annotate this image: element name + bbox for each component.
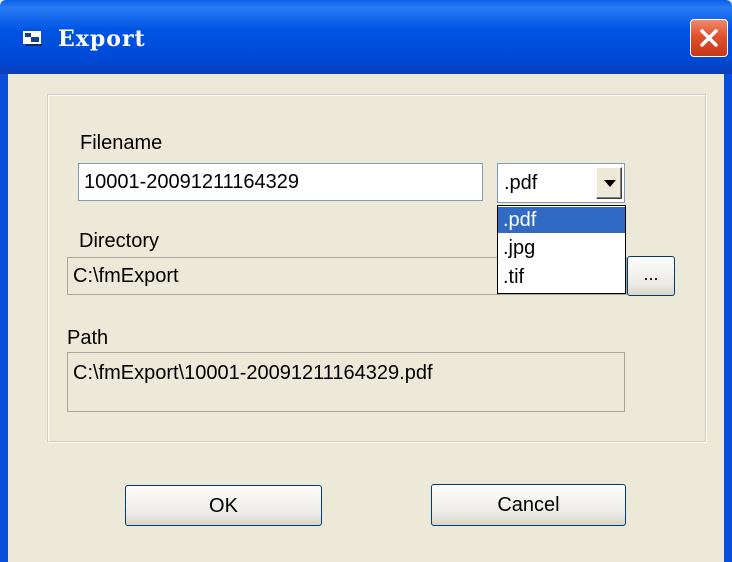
browse-button[interactable]: ...: [627, 256, 675, 296]
cancel-button[interactable]: Cancel: [431, 484, 626, 526]
ok-button[interactable]: OK: [125, 485, 322, 526]
title-bar[interactable]: Export: [0, 0, 732, 74]
window-border-right: [724, 74, 732, 562]
app-icon: [23, 31, 42, 46]
close-button[interactable]: [690, 19, 728, 57]
format-option-tif[interactable]: .tif: [498, 264, 625, 290]
export-dialog: Export Filename 10001-20091211164329 .pd…: [0, 0, 732, 562]
path-label: Path: [67, 327, 109, 349]
directory-label: Directory: [79, 230, 160, 252]
format-dropdown-list: .pdf .jpg .tif: [497, 205, 626, 294]
chevron-down-icon: [604, 180, 616, 187]
format-dropdown-button[interactable]: [596, 167, 622, 199]
window-border-left: [0, 74, 8, 562]
filename-input[interactable]: 10001-20091211164329: [78, 163, 483, 201]
close-icon: [700, 29, 718, 47]
format-selected-value: .pdf: [504, 172, 538, 194]
window-title: Export: [58, 26, 146, 52]
path-field: C:\fmExport\10001-20091211164329.pdf: [67, 352, 625, 412]
format-select[interactable]: .pdf: [497, 163, 625, 203]
filename-label: Filename: [80, 132, 163, 154]
format-option-pdf[interactable]: .pdf: [498, 207, 625, 233]
format-option-jpg[interactable]: .jpg: [498, 235, 625, 261]
